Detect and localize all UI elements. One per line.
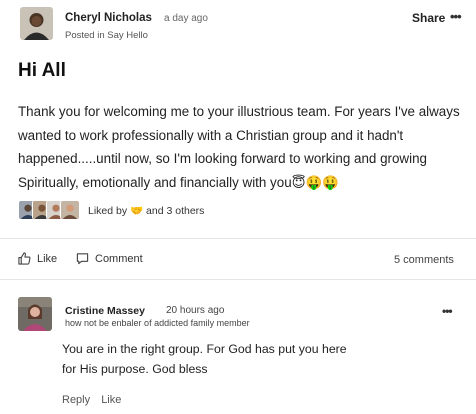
divider	[0, 238, 476, 239]
posted-in-group[interactable]: Posted in Say Hello	[65, 30, 148, 41]
reply-button[interactable]: Reply	[62, 394, 90, 406]
handshake-emoji-icon: 🤝	[130, 205, 144, 217]
liked-by-prefix: Liked by	[88, 205, 128, 217]
comment: Cristine Massey 20 hours ago how not be …	[18, 297, 463, 407]
comment-like-button[interactable]: Like	[101, 394, 121, 406]
thumbs-up-icon	[18, 252, 31, 265]
comment-text-line: You are in the right group. For God has …	[62, 342, 347, 356]
comment-text-line: for His purpose. God bless	[62, 362, 208, 376]
commenter-tagline: how not be enbaler of addicted family me…	[65, 318, 250, 328]
like-button[interactable]: Like	[18, 252, 57, 265]
author-name[interactable]: Cheryl Nicholas	[65, 12, 152, 24]
comment-more-options-icon[interactable]: •••	[442, 304, 453, 318]
speech-bubble-icon	[76, 253, 89, 265]
post-timestamp: a day ago	[164, 13, 208, 24]
likes-summary[interactable]: Liked by 🤝 and 3 others	[18, 199, 268, 221]
comment-label: Comment	[95, 252, 143, 265]
author-avatar[interactable]	[20, 7, 53, 40]
post-body: Thank you for welcoming me to your illus…	[18, 104, 460, 190]
liker-avatar	[60, 200, 80, 220]
divider	[0, 279, 476, 280]
comment-button[interactable]: Comment	[76, 252, 143, 265]
post-more-options-icon[interactable]: •••	[450, 9, 462, 24]
post-actions: Like Comment 5 comments	[18, 252, 463, 270]
commenter-avatar[interactable]	[18, 297, 52, 331]
post-title: Hi All	[18, 60, 66, 81]
comment-text: You are in the right group. For God has …	[62, 339, 422, 379]
comment-timestamp: 20 hours ago	[166, 305, 225, 316]
comment-count[interactable]: 5 comments	[394, 254, 454, 266]
comment-actions: Reply Like	[62, 394, 129, 406]
liked-by-text[interactable]: Liked by 🤝 and 3 others	[88, 204, 204, 217]
share-button[interactable]: Share	[412, 11, 445, 25]
like-label: Like	[37, 252, 58, 265]
commenter-name[interactable]: Cristine Massey	[65, 305, 145, 317]
post-header: Cheryl Nicholas a day ago Posted in Say …	[20, 7, 462, 45]
liked-by-suffix: and 3 others	[146, 205, 205, 217]
